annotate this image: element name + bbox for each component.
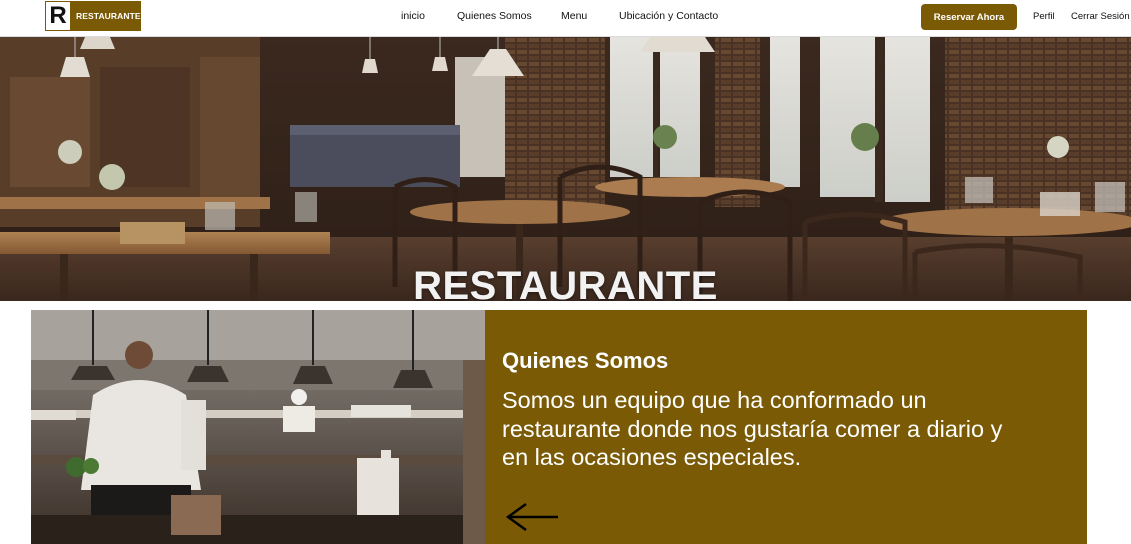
navbar: R RESTAURANTE inicio Quienes Somos Menu … [0,0,1131,37]
about-description: Somos un equipo que ha conformado un res… [502,387,1003,470]
nav-link-ubicacion-contacto[interactable]: Ubicación y Contacto [619,10,718,22]
nav-link-menu[interactable]: Menu [561,10,587,22]
logo-text: RESTAURANTE [76,11,141,21]
about-section: Quienes Somos Somos un equipo que ha con… [31,310,1087,544]
about-panel: Quienes Somos Somos un equipo que ha con… [485,310,1087,544]
restaurant-interior-image [0,37,1131,301]
hero-banner: RESTAURANTE [0,37,1131,301]
kitchen-chef-image [31,310,485,544]
logout-link[interactable]: Cerrar Sesión [1071,11,1130,22]
arrow-left-icon[interactable] [504,500,562,534]
nav-link-quienes-somos[interactable]: Quienes Somos [457,10,532,22]
logo-letter: R [46,2,70,30]
reserve-now-button[interactable]: Reservar Ahora [921,4,1017,30]
brand-logo[interactable]: R RESTAURANTE [45,1,141,31]
nav-link-inicio[interactable]: inicio [401,10,425,22]
hero-title: RESTAURANTE [413,263,718,301]
about-heading: Quienes Somos [502,348,669,373]
profile-link[interactable]: Perfil [1033,11,1055,22]
